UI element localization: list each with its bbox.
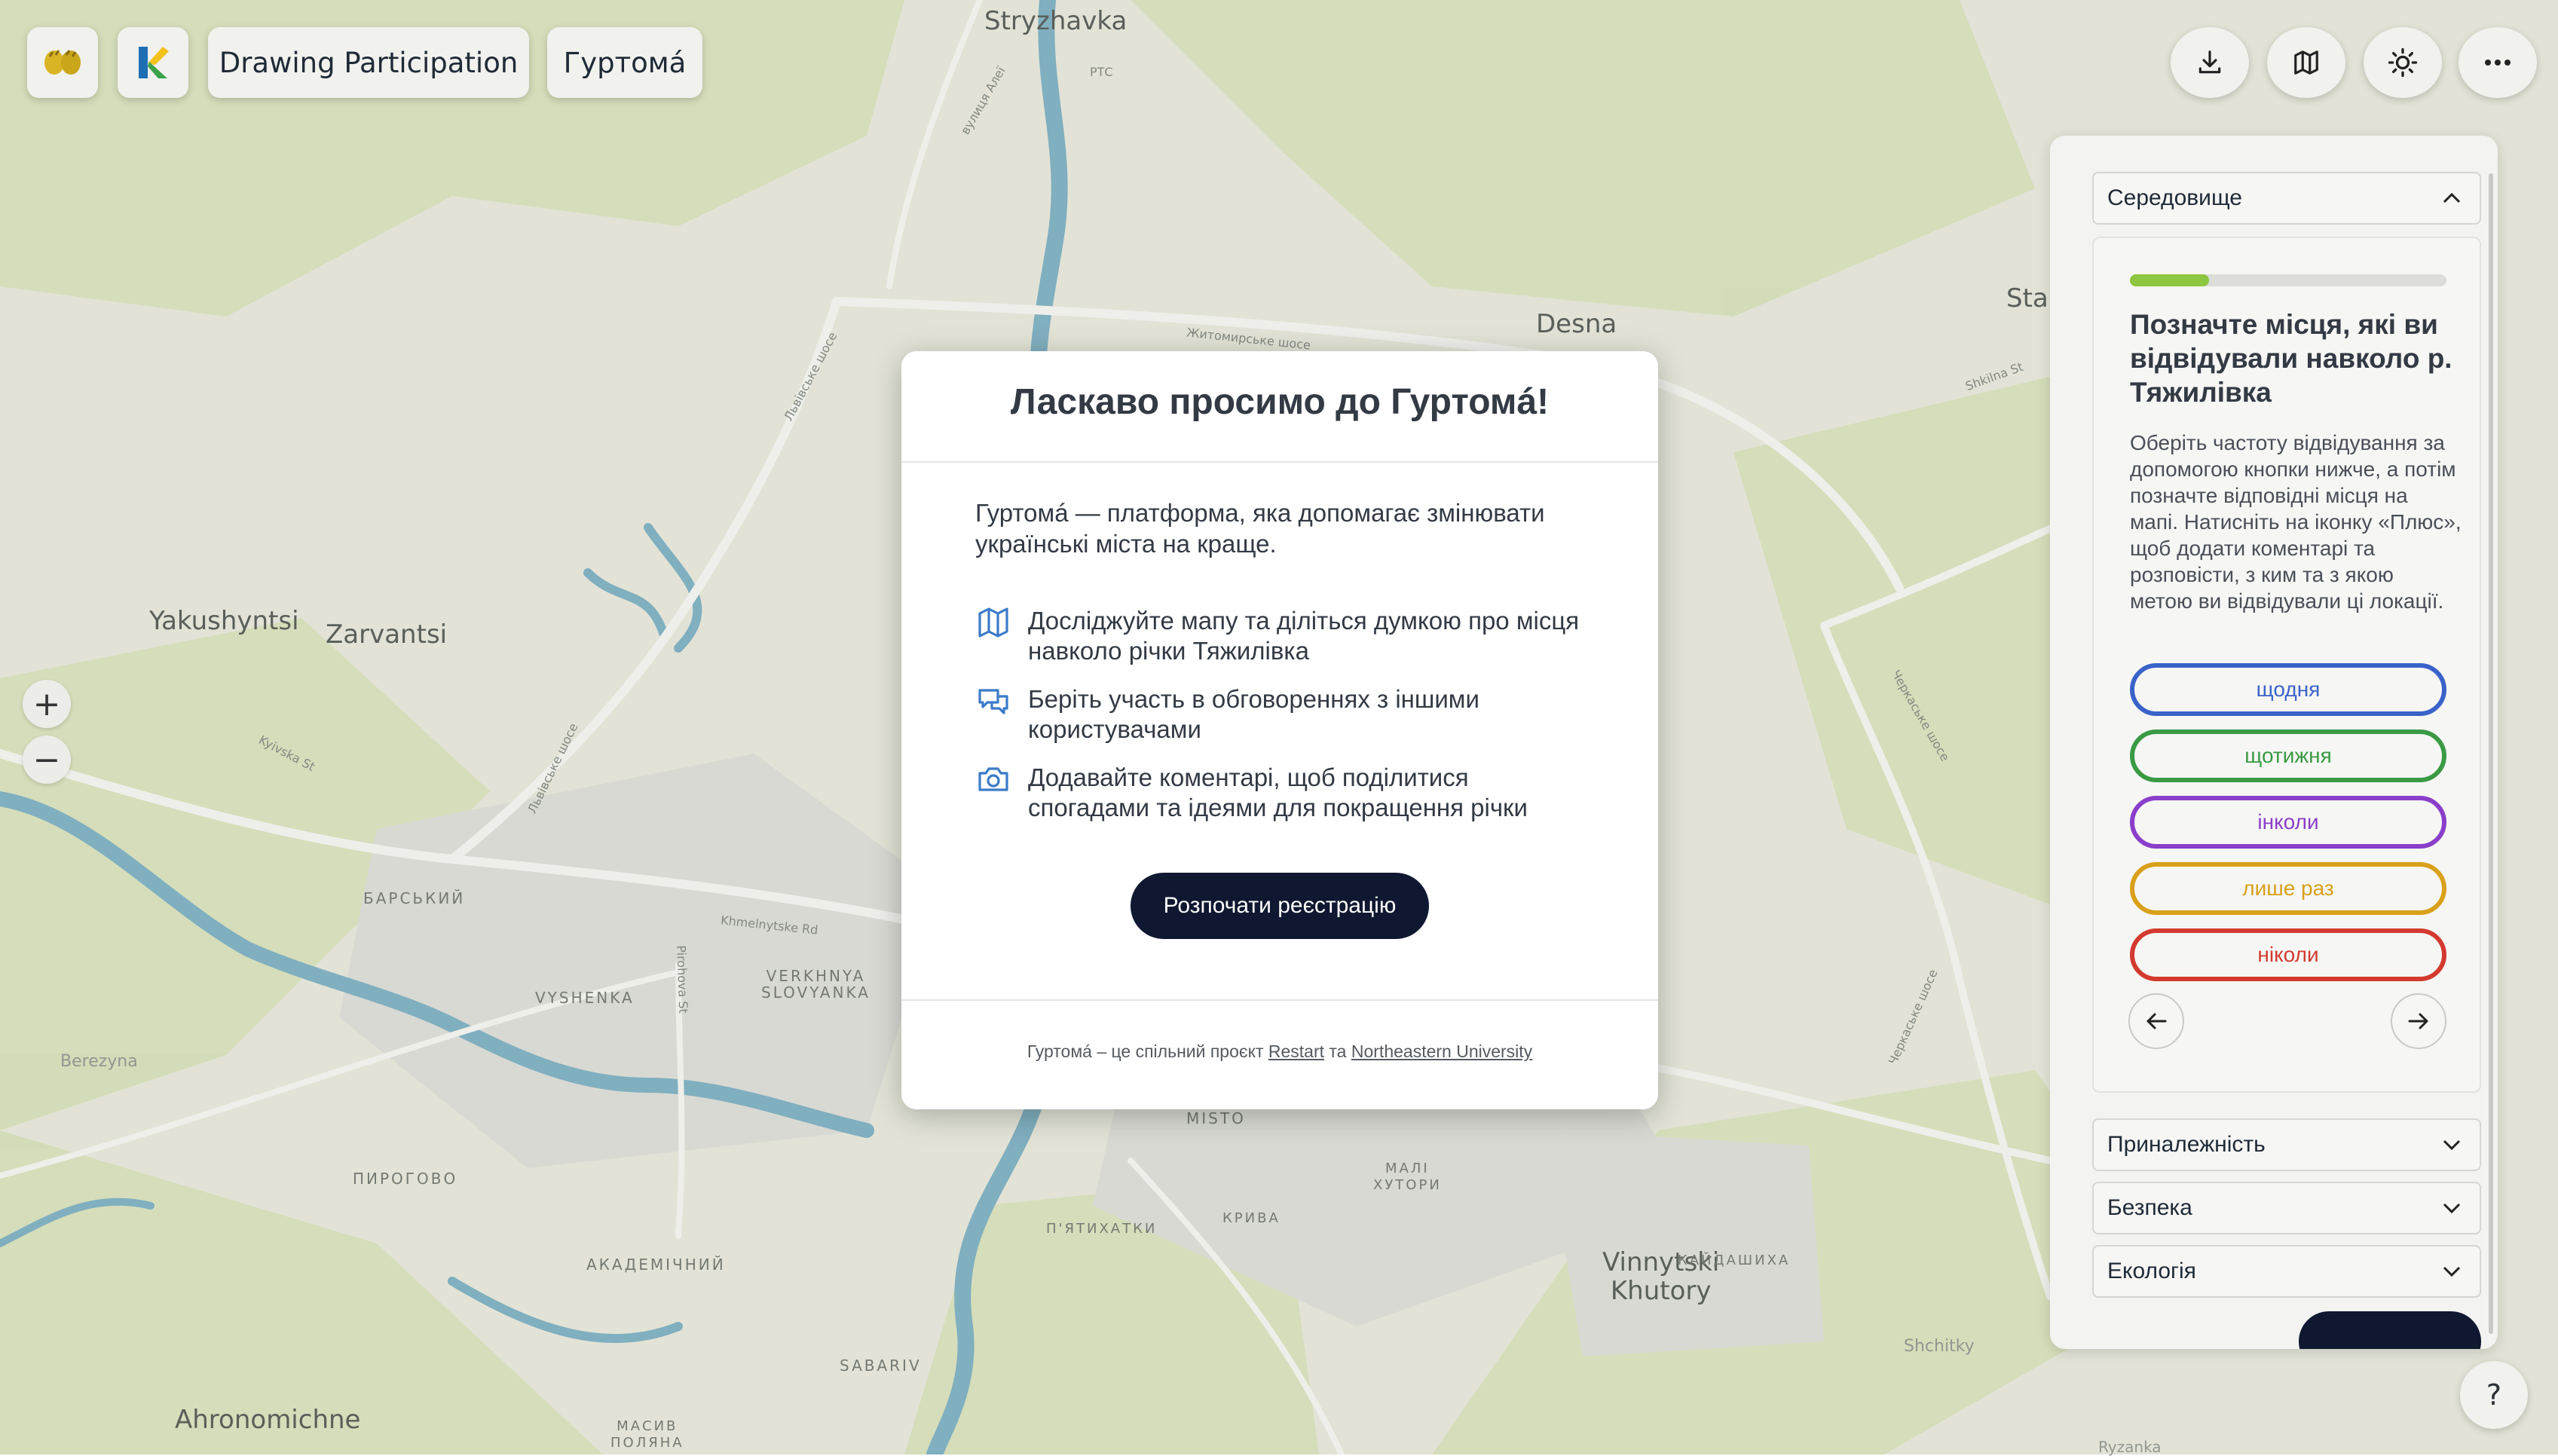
feature-discuss-text: Беріть участь в обговореннях з іншими ко… — [1028, 685, 1479, 743]
section-ecology-label: Екологія — [2107, 1259, 2196, 1283]
modal-intro: Гуртомá — платформа, яка допомагає зміню… — [975, 499, 1545, 558]
section-belonging-header[interactable]: Приналежність — [2092, 1118, 2481, 1171]
more-icon — [2485, 60, 2511, 66]
question-description: Оберіть частоту відвідування за допомого… — [2130, 431, 2462, 613]
feature-discuss: Беріть участь в обговореннях з іншими ко… — [975, 684, 1593, 745]
restart-logo-button[interactable] — [118, 27, 188, 98]
modal-title: Ласкаво просимо до Гуртомá! — [1010, 382, 1550, 422]
footer-mid: та — [1324, 1042, 1351, 1061]
section-environment-label: Середовище — [2107, 185, 2242, 210]
arrow-left-icon — [2146, 1013, 2167, 1029]
hands-logo-button[interactable] — [27, 27, 98, 98]
option-never-button[interactable]: ніколи — [2130, 928, 2446, 981]
download-icon — [2198, 50, 2221, 74]
section-safety-label: Безпека — [2107, 1195, 2192, 1220]
question-card: Позначте місця, які ви відвідували навко… — [2092, 237, 2481, 1093]
project-title-button[interactable]: Drawing Participation — [208, 27, 529, 98]
chevron-up-icon — [2443, 192, 2461, 203]
map-icon — [2294, 50, 2318, 75]
map-icon — [978, 607, 1008, 638]
chevron-down-icon — [2443, 1266, 2461, 1277]
progress-bar — [2130, 274, 2446, 286]
section-safety-header[interactable]: Безпека — [2092, 1182, 2481, 1234]
download-button[interactable] — [2171, 27, 2249, 98]
app-name-button[interactable]: Гуртомá — [547, 27, 702, 98]
chat-icon — [978, 689, 1008, 714]
next-button[interactable] — [2391, 993, 2446, 1049]
modal-divider-bottom — [901, 999, 1658, 1001]
welcome-modal: Ласкаво просимо до Гуртомá! Гуртомá — пл… — [901, 351, 1658, 1109]
help-button[interactable]: ? — [2460, 1361, 2528, 1429]
submit-button-partial[interactable] — [2299, 1311, 2481, 1349]
question-title: Позначте місця, які ви відвідували навко… — [2130, 309, 2452, 408]
option-sometimes-button[interactable]: інколи — [2130, 796, 2446, 849]
modal-footer: Гуртомá – це спільний проєкт Restart та … — [901, 1042, 1658, 1062]
section-environment-header[interactable]: Середовище — [2092, 172, 2481, 225]
arrow-right-icon — [2408, 1013, 2428, 1029]
restart-k-logo-icon — [139, 47, 169, 78]
panel-scrollbar[interactable] — [2489, 173, 2493, 1334]
chevron-down-icon — [2443, 1203, 2461, 1214]
option-weekly-button[interactable]: щотижня — [2130, 730, 2446, 782]
map-view-button[interactable] — [2267, 27, 2345, 98]
section-ecology-header[interactable]: Екологія — [2092, 1245, 2481, 1298]
progress-fill — [2130, 274, 2209, 286]
feature-explore: Досліджуйте мапу та діліться думкою про … — [975, 606, 1593, 666]
sun-icon — [2388, 47, 2418, 78]
hands-logo-icon — [44, 50, 81, 75]
start-registration-button[interactable]: Розпочати реєстрацію — [1131, 873, 1429, 939]
northeastern-link[interactable]: Northeastern University — [1351, 1042, 1532, 1061]
theme-toggle-button[interactable] — [2364, 27, 2442, 98]
zoom-out-button[interactable]: − — [23, 736, 71, 784]
feature-comment: Додавайте коментарі, щоб поділитися спог… — [975, 763, 1593, 823]
footer-prefix: Гуртомá – це спільний проєкт — [1027, 1042, 1268, 1061]
previous-button[interactable] — [2128, 993, 2184, 1049]
camera-icon — [978, 767, 1008, 791]
option-daily-button[interactable]: щодня — [2130, 663, 2446, 716]
survey-panel: Середовище Позначте місця, які ви відвід… — [2050, 136, 2498, 1349]
zoom-in-button[interactable]: + — [23, 680, 71, 728]
more-button[interactable] — [2459, 27, 2537, 98]
restart-link[interactable]: Restart — [1268, 1042, 1324, 1061]
option-once-button[interactable]: лише раз — [2130, 862, 2446, 915]
feature-comment-text: Додавайте коментарі, щоб поділитися спог… — [1028, 763, 1528, 821]
feature-explore-text: Досліджуйте мапу та діліться думкою про … — [1028, 607, 1580, 665]
modal-divider-top — [901, 461, 1658, 463]
section-belonging-label: Приналежність — [2107, 1132, 2266, 1157]
chevron-down-icon — [2443, 1139, 2461, 1151]
